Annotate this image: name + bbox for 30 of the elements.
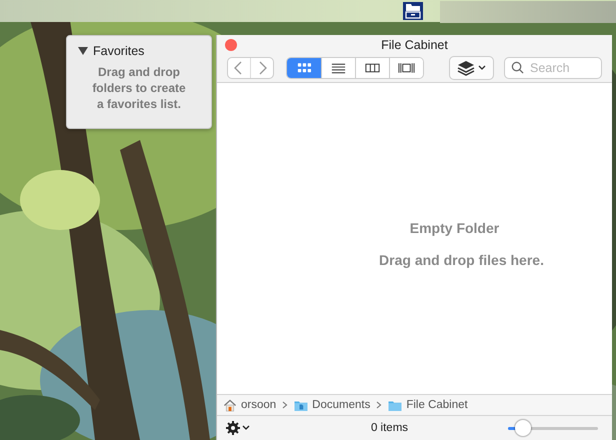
- icon-size-slider[interactable]: [508, 420, 598, 436]
- path-item[interactable]: File Cabinet: [388, 398, 468, 412]
- chevron-icon: [376, 401, 382, 409]
- folder-icon: [294, 398, 308, 412]
- window-title: File Cabinet: [381, 38, 448, 52]
- icons-view-button[interactable]: [287, 58, 321, 78]
- search-field[interactable]: Search: [504, 56, 602, 78]
- folder-icon: [388, 398, 402, 412]
- favorites-title: Favorites: [93, 44, 144, 58]
- gallery-icon: [398, 62, 415, 74]
- empty-folder-title: Empty Folder: [410, 220, 500, 236]
- layers-icon: [456, 60, 486, 76]
- path-item[interactable]: Documents: [294, 398, 370, 412]
- slider-thumb[interactable]: [515, 420, 532, 436]
- path-item[interactable]: orsoon: [223, 398, 276, 412]
- favorites-hint: Drag and drop folders to create a favorites list.: [91, 64, 187, 112]
- chevron-icon: [282, 401, 288, 409]
- group-button[interactable]: [449, 56, 494, 80]
- gallery-view-button[interactable]: [389, 58, 423, 78]
- close-button[interactable]: [225, 39, 237, 51]
- disclosure-triangle-icon[interactable]: [78, 47, 88, 55]
- lines-icon: [330, 62, 347, 74]
- item-count: 0 items: [370, 422, 410, 434]
- file-cabinet-icon[interactable]: [402, 1, 424, 21]
- search-icon: [511, 60, 524, 74]
- grid-icon: [296, 62, 312, 74]
- empty-folder-hint: Drag and drop files here.: [379, 252, 544, 268]
- action-menu-button[interactable]: [225, 420, 251, 436]
- home-icon: [223, 398, 237, 412]
- columns-icon: [364, 62, 381, 74]
